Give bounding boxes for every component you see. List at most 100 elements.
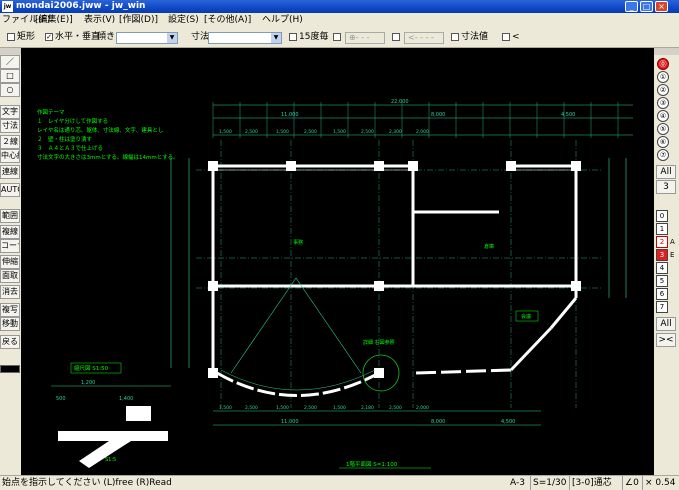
- grayed-checkbox-2[interactable]: [392, 27, 402, 48]
- layer-button-3[interactable]: 3: [656, 249, 668, 261]
- deg15-label: 15度毎: [299, 32, 329, 42]
- tool-button-5[interactable]: ２線: [0, 135, 20, 149]
- scale-label: 縮尺図 S1:50: [74, 364, 109, 372]
- menu-edit[interactable]: [編集(E)]: [35, 13, 73, 27]
- tool-button-2[interactable]: ○: [0, 83, 20, 97]
- dim-text: 1,500: [276, 129, 289, 135]
- group-button-6[interactable]: ⑥: [657, 136, 669, 148]
- tool-button-6[interactable]: 中心線: [0, 149, 20, 163]
- checkbox-icon: [289, 32, 297, 41]
- dim-text: 2,300: [389, 129, 402, 135]
- dim-value-label: 寸法値: [461, 32, 489, 42]
- column: [208, 368, 218, 378]
- tool-button-11[interactable]: コーナー: [0, 239, 20, 253]
- curved-wall: [216, 371, 380, 397]
- cad-drawing: 作図テーマ１ レイヤ分けして作図するレイヤ名は通り芯、躯体、寸法線、文字、建具と…: [37, 99, 633, 469]
- dim-label: 寸法: [191, 32, 210, 42]
- tool-button-3[interactable]: 文字: [0, 105, 20, 119]
- tool-button-15[interactable]: 複写: [0, 303, 20, 317]
- dim-value-checkbox[interactable]: 寸法値: [451, 27, 488, 48]
- column: [208, 161, 218, 171]
- layer-button-6[interactable]: 6: [656, 288, 668, 300]
- menu-draw[interactable]: [作図(D)]: [119, 13, 158, 27]
- menu-help[interactable]: ヘルプ(H): [262, 13, 303, 27]
- group-button-2[interactable]: ②: [657, 84, 669, 96]
- column: [208, 281, 218, 291]
- tool-button-1[interactable]: □: [0, 69, 20, 83]
- tool-button-17[interactable]: 戻る: [0, 335, 20, 349]
- layer-suffix-3: E: [670, 251, 675, 259]
- note-line: 寸法文字の大きさは3mmとする。線幅は14mmとする。: [37, 153, 179, 161]
- checkbox-checked-icon: ✓: [45, 32, 53, 41]
- group-button-7[interactable]: ⑦: [657, 149, 669, 161]
- layer-toggle-button[interactable]: ><: [656, 333, 676, 347]
- dim-text: 2,180: [361, 405, 374, 411]
- plan-title: 1階平面図 S=1:100: [346, 460, 398, 468]
- dim-dropdown[interactable]: ▼: [208, 32, 282, 44]
- dim-text: 1,500: [219, 129, 232, 135]
- status-scale[interactable]: S=1/30: [530, 476, 566, 490]
- horiz-vert-checkbox[interactable]: ✓ 水平・垂直: [45, 27, 100, 48]
- close-button[interactable]: ×: [655, 1, 668, 12]
- wall: [509, 326, 553, 372]
- group-button-3[interactable]: ③: [657, 97, 669, 109]
- layer-button-1[interactable]: 1: [656, 223, 668, 235]
- grayed-option-1: ⊕- - -: [345, 32, 385, 44]
- chevron-down-icon: ▼: [167, 33, 177, 43]
- group-all-button[interactable]: All: [656, 165, 676, 179]
- layer-button-4[interactable]: 4: [656, 262, 668, 274]
- room-label: 会議: [521, 313, 531, 320]
- color-swatch[interactable]: [0, 365, 20, 373]
- deg15-checkbox[interactable]: 15度毎: [289, 27, 328, 48]
- tool-button-9[interactable]: 範囲: [0, 209, 20, 223]
- status-prompt: 始点を指示してください (L)free (R)Read: [2, 478, 172, 488]
- menu-other[interactable]: [その他(A)]: [204, 13, 251, 27]
- layer-button-5[interactable]: 5: [656, 275, 668, 287]
- maximize-button[interactable]: □: [640, 1, 653, 12]
- rect-checkbox[interactable]: 矩形: [7, 27, 35, 48]
- tool-button-10[interactable]: 複線: [0, 225, 20, 239]
- menu-view[interactable]: 表示(V): [84, 13, 115, 27]
- dim-text: 1,500: [333, 405, 346, 411]
- inset-dim: 1,400: [119, 396, 133, 402]
- checkbox-icon: [333, 32, 341, 41]
- group-button-5[interactable]: ⑤: [657, 123, 669, 135]
- dim-text: 2,000: [416, 129, 429, 135]
- menu-settings[interactable]: 設定(S): [168, 13, 199, 27]
- room-label: 事務: [293, 239, 303, 246]
- layer-button-2[interactable]: 2: [656, 236, 668, 248]
- minimize-button[interactable]: _: [625, 1, 638, 12]
- layer-button-0[interactable]: 0: [656, 210, 668, 222]
- tool-button-12[interactable]: 伸縮: [0, 255, 20, 269]
- status-angle[interactable]: ∠0: [622, 476, 639, 490]
- tool-button-14[interactable]: 消去: [0, 285, 20, 299]
- checkbox-icon: [451, 32, 459, 41]
- group-button-1[interactable]: ①: [657, 71, 669, 83]
- tool-button-0[interactable]: ／: [0, 55, 20, 69]
- group-button-4[interactable]: ④: [657, 110, 669, 122]
- layer-all-button[interactable]: All: [656, 317, 676, 331]
- status-zoom[interactable]: × 0.54: [642, 476, 675, 490]
- tool-button-7[interactable]: 連線: [0, 165, 20, 179]
- dim-text: 2,500: [361, 129, 374, 135]
- dim-text: 2,500: [245, 129, 258, 135]
- status-layer[interactable]: [3-0]通芯: [569, 476, 612, 490]
- tool-button-4[interactable]: 寸法: [0, 119, 20, 133]
- layer-button-7[interactable]: 7: [656, 301, 668, 313]
- group-button-0[interactable]: ⓪: [657, 58, 669, 70]
- dim-text: 2,500: [245, 405, 258, 411]
- grayed-checkbox-1[interactable]: [333, 27, 343, 48]
- tool-button-13[interactable]: 面取: [0, 269, 20, 283]
- angle-dropdown[interactable]: ▼: [116, 32, 178, 44]
- lt-checkbox[interactable]: <: [502, 27, 520, 48]
- dim-text: 11,000: [281, 112, 299, 118]
- tool-button-8[interactable]: AUTO: [0, 183, 20, 197]
- drawing-canvas[interactable]: 作図テーマ １ レイヤ分けして作図する レイヤ名は通り芯、躯体、寸法線、文字、建具と…: [21, 48, 654, 475]
- chevron-down-icon: ▼: [271, 33, 281, 43]
- dim-text: 1,500: [333, 129, 346, 135]
- dim-text: 1,500: [219, 405, 232, 411]
- status-paper[interactable]: A-3: [510, 476, 525, 490]
- column: [374, 161, 384, 171]
- layer-suffix-2: A: [670, 238, 675, 246]
- tool-button-16[interactable]: 移動: [0, 317, 20, 331]
